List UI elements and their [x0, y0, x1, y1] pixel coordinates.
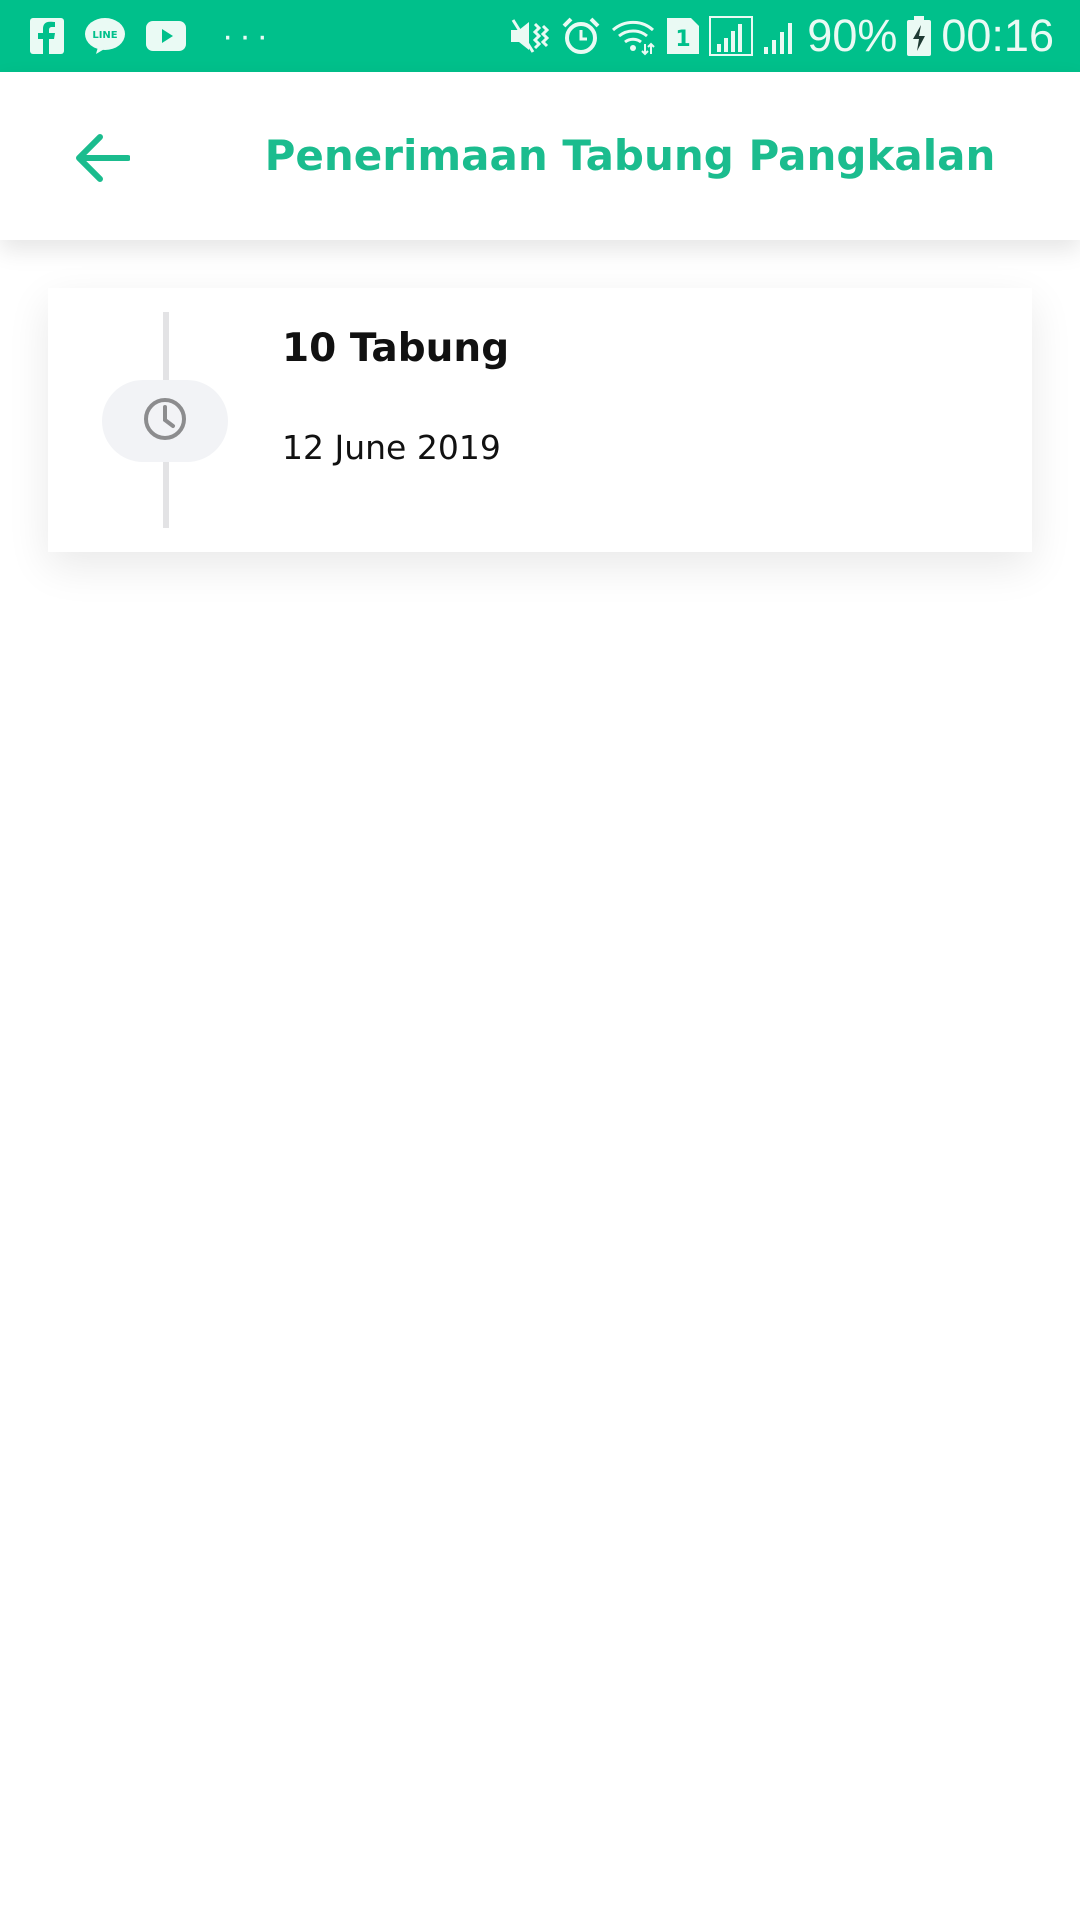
history-item-title: 10 Tabung: [282, 326, 510, 371]
history-card[interactable]: 10 Tabung 12 June 2019: [48, 288, 1032, 552]
wifi-icon: [611, 16, 657, 56]
battery-percent: 90%: [807, 10, 898, 61]
facebook-icon: [30, 18, 64, 54]
svg-text:LINE: LINE: [92, 30, 117, 41]
alarm-icon: [561, 16, 601, 56]
signal-icon: [709, 16, 754, 56]
svg-text:1: 1: [676, 27, 691, 52]
status-bar: LINE ··· 1 90% 00:16: [0, 0, 1080, 72]
sim-1-icon: 1: [667, 18, 700, 54]
status-bar-right: 1 90% 00:16: [509, 0, 1054, 72]
more-notifications-indicator: ···: [222, 17, 274, 55]
arrow-left-icon: [74, 133, 131, 188]
back-button[interactable]: [62, 120, 142, 200]
line-icon: LINE: [84, 17, 126, 55]
vibrate-icon: [509, 16, 551, 56]
status-bar-left: LINE ···: [30, 0, 274, 72]
page-title: Penerimaan Tabung Pangkalan: [264, 131, 996, 180]
app-bar: Penerimaan Tabung Pangkalan: [0, 72, 1080, 240]
clock-icon: [141, 395, 189, 448]
battery-charging-icon: [907, 16, 932, 56]
youtube-icon: [146, 21, 186, 51]
timeline-badge: [102, 380, 228, 462]
signal-2-icon: [763, 17, 797, 55]
status-time: 00:16: [941, 10, 1054, 61]
history-item-date: 12 June 2019: [282, 428, 501, 467]
